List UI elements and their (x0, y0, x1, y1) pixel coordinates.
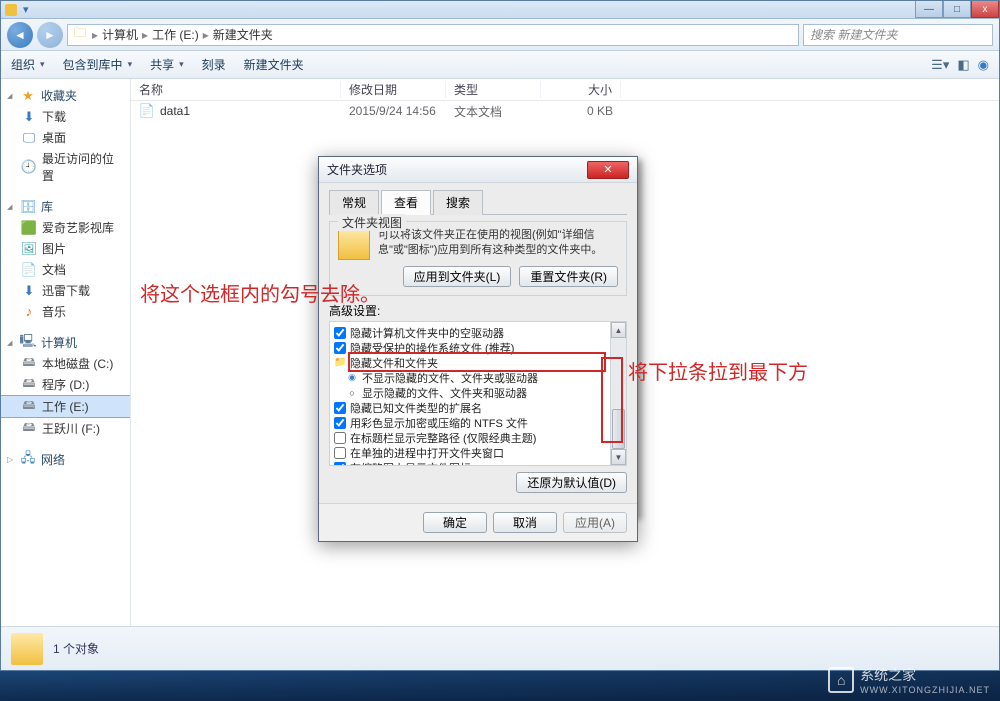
file-icon: 📄 (139, 103, 155, 119)
ok-button[interactable]: 确定 (423, 512, 487, 533)
search-input[interactable]: 搜索 新建文件夹 (803, 24, 993, 46)
crumb-drive[interactable]: 工作 (E:) (152, 26, 199, 43)
share-menu[interactable]: 共享 (150, 56, 184, 73)
group-description: 可以将该文件夹正在使用的视图(例如"详细信息"或"图标")应用到所有这种类型的文… (378, 228, 618, 260)
col-name[interactable]: 名称 (131, 81, 341, 98)
adv-item[interactable]: 在缩略图上显示文件图标 (332, 460, 608, 465)
annotation-box-scrollbar (601, 357, 623, 443)
sidebar-favorites[interactable]: ★收藏夹 (1, 85, 130, 106)
sidebar-item-iqiyi[interactable]: 🟩爱奇艺影视库 (1, 217, 130, 238)
sidebar-item-pictures[interactable]: 🖼图片 (1, 238, 130, 259)
sidebar-item-drive-f[interactable]: 🖴王跃川 (F:) (1, 418, 130, 439)
close-button[interactable]: x (971, 1, 999, 18)
sidebar-item-drive-e[interactable]: 🖴工作 (E:) (1, 395, 130, 418)
crumb-computer[interactable]: 计算机 (102, 26, 138, 43)
preview-pane-icon[interactable]: ◧ (957, 57, 969, 73)
watermark-name: 系统之家 (860, 667, 916, 683)
back-button[interactable]: ◄ (7, 22, 33, 48)
adv-radio[interactable]: 显示隐藏的文件、文件夹和驱动器 (332, 385, 608, 400)
group-legend: 文件夹视图 (338, 214, 406, 231)
sidebar: ★收藏夹 ⬇下载 🖵桌面 🕘最近访问的位置 🗄库 🟩爱奇艺影视库 🖼图片 📄文档… (1, 79, 131, 626)
dialog-title-bar[interactable]: 文件夹选项 ✕ (319, 157, 637, 183)
folder-icon: 🗀 (72, 27, 88, 43)
watermark: ⌂ 系统之家 WWW.XITONGZHIJIA.NET (828, 665, 990, 695)
sidebar-item-desktop[interactable]: 🖵桌面 (1, 127, 130, 148)
col-type[interactable]: 类型 (446, 81, 541, 98)
sidebar-computer[interactable]: 🖳计算机 (1, 332, 130, 353)
sidebar-libraries[interactable]: 🗄库 (1, 196, 130, 217)
tab-general[interactable]: 常规 (329, 190, 379, 215)
scroll-up-button[interactable]: ▲ (611, 322, 626, 338)
help-icon[interactable]: ◉ (978, 57, 989, 73)
file-row[interactable]: 📄data1 2015/9/24 14:56 文本文档 0 KB (131, 101, 999, 121)
checkbox[interactable] (334, 432, 346, 444)
checkbox-hide-ext[interactable] (334, 402, 346, 414)
crumb-folder[interactable]: 新建文件夹 (213, 26, 273, 43)
annotation-box-checkbox (348, 352, 606, 372)
apply-button[interactable]: 应用(A) (563, 512, 627, 533)
nav-bar: ◄ ► 🗀 ▸ 计算机 ▸ 工作 (E:) ▸ 新建文件夹 搜索 新建文件夹 (1, 19, 999, 51)
column-headers[interactable]: 名称 修改日期 类型 大小 (131, 79, 999, 101)
sidebar-item-drive-c[interactable]: 🖴本地磁盘 (C:) (1, 353, 130, 374)
col-date[interactable]: 修改日期 (341, 81, 446, 98)
forward-button[interactable]: ► (37, 22, 63, 48)
checkbox[interactable] (334, 417, 346, 429)
sidebar-network[interactable]: 🖧网络 (1, 449, 130, 470)
sidebar-item-drive-d[interactable]: 🖴程序 (D:) (1, 374, 130, 395)
restore-defaults-button[interactable]: 还原为默认值(D) (516, 472, 627, 493)
watermark-logo-icon: ⌂ (828, 667, 854, 693)
apply-to-folders-button[interactable]: 应用到文件夹(L) (403, 266, 512, 287)
checkbox[interactable] (334, 462, 346, 466)
adv-item[interactable]: 在标题栏显示完整路径 (仅限经典主题) (332, 430, 608, 445)
title-dropdown-icon[interactable]: ▾ (23, 3, 29, 16)
tab-search[interactable]: 搜索 (433, 190, 483, 215)
breadcrumb[interactable]: 🗀 ▸ 计算机 ▸ 工作 (E:) ▸ 新建文件夹 (67, 24, 799, 46)
folder-large-icon (11, 633, 43, 665)
checkbox[interactable] (334, 327, 346, 339)
new-folder-button[interactable]: 新建文件夹 (244, 56, 304, 73)
reset-folders-button[interactable]: 重置文件夹(R) (519, 266, 618, 287)
folder-view-icon (338, 228, 370, 260)
dialog-title: 文件夹选项 (327, 161, 387, 178)
sidebar-item-recent[interactable]: 🕘最近访问的位置 (1, 148, 130, 186)
minimize-button[interactable]: — (915, 1, 943, 18)
sidebar-item-documents[interactable]: 📄文档 (1, 259, 130, 280)
view-mode-icon[interactable]: ☰▾ (931, 57, 949, 73)
adv-item[interactable]: 用彩色显示加密或压缩的 NTFS 文件 (332, 415, 608, 430)
burn-button[interactable]: 刻录 (202, 56, 226, 73)
status-bar: 1 个对象 (1, 626, 999, 670)
adv-item[interactable]: 隐藏计算机文件夹中的空驱动器 (332, 325, 608, 340)
title-bar[interactable]: ▾ (1, 1, 999, 19)
annotation-left: 将这个选框内的勾号去除。 (140, 278, 380, 307)
status-text: 1 个对象 (53, 640, 99, 657)
advanced-settings-list: 隐藏计算机文件夹中的空驱动器 隐藏受保护的操作系统文件 (推荐) 隐藏文件和文件… (329, 321, 627, 466)
include-library-menu[interactable]: 包含到库中 (63, 56, 133, 73)
col-size[interactable]: 大小 (541, 81, 621, 98)
tab-view[interactable]: 查看 (381, 190, 431, 215)
checkbox[interactable] (334, 447, 346, 459)
window-icon (5, 4, 17, 16)
sidebar-item-thunder[interactable]: ⬇迅雷下载 (1, 280, 130, 301)
adv-radio[interactable]: 不显示隐藏的文件、文件夹或驱动器 (332, 370, 608, 385)
organize-menu[interactable]: 组织 (11, 56, 45, 73)
annotation-right: 将下拉条拉到最下方 (628, 356, 808, 385)
adv-item-hide-ext[interactable]: 隐藏已知文件类型的扩展名 (332, 400, 608, 415)
sidebar-item-downloads[interactable]: ⬇下载 (1, 106, 130, 127)
cancel-button[interactable]: 取消 (493, 512, 557, 533)
sidebar-item-music[interactable]: ♪音乐 (1, 301, 130, 322)
scroll-down-button[interactable]: ▼ (611, 449, 626, 465)
dialog-close-button[interactable]: ✕ (587, 161, 629, 179)
adv-item[interactable]: 在单独的进程中打开文件夹窗口 (332, 445, 608, 460)
checkbox[interactable] (334, 342, 346, 354)
maximize-button[interactable]: □ (943, 1, 971, 18)
toolbar: 组织 包含到库中 共享 刻录 新建文件夹 ☰▾ ◧ ◉ (1, 51, 999, 79)
folder-options-dialog: 文件夹选项 ✕ 常规 查看 搜索 文件夹视图 可以将该文件夹正在使用的视图(例如… (318, 156, 638, 542)
watermark-url: WWW.XITONGZHIJIA.NET (860, 685, 990, 695)
